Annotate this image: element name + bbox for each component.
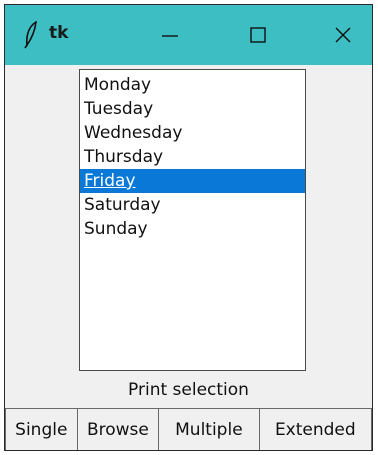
minimize-icon — [162, 35, 178, 37]
extended-mode-button[interactable]: Extended — [258, 408, 372, 450]
browse-mode-button[interactable]: Browse — [76, 408, 159, 450]
list-item-monday[interactable]: Monday — [80, 73, 305, 97]
maximize-button[interactable] — [241, 19, 275, 51]
weekday-listbox[interactable]: Monday Tuesday Wednesday Thursday Friday… — [79, 69, 306, 371]
print-selection-button[interactable]: Print selection — [5, 373, 372, 407]
list-item-saturday[interactable]: Saturday — [80, 193, 305, 217]
list-item-sunday[interactable]: Sunday — [80, 217, 305, 241]
list-item-thursday[interactable]: Thursday — [80, 145, 305, 169]
multiple-mode-button[interactable]: Multiple — [158, 408, 259, 450]
close-icon — [335, 27, 351, 43]
minimize-button[interactable] — [153, 19, 187, 51]
close-button[interactable] — [326, 19, 360, 51]
window-title: tk — [49, 23, 69, 43]
list-item-tuesday[interactable]: Tuesday — [80, 97, 305, 121]
single-mode-button[interactable]: Single — [5, 408, 77, 450]
tk-window: tk Monday Tuesday Wednesday Thursday Fri… — [4, 4, 373, 451]
maximize-icon — [250, 27, 266, 43]
title-bar[interactable]: tk — [5, 5, 372, 65]
list-item-friday[interactable]: Friday — [80, 169, 305, 193]
feather-icon — [24, 21, 37, 49]
list-item-wednesday[interactable]: Wednesday — [80, 121, 305, 145]
selection-mode-buttons: Single Browse Multiple Extended — [5, 408, 372, 450]
